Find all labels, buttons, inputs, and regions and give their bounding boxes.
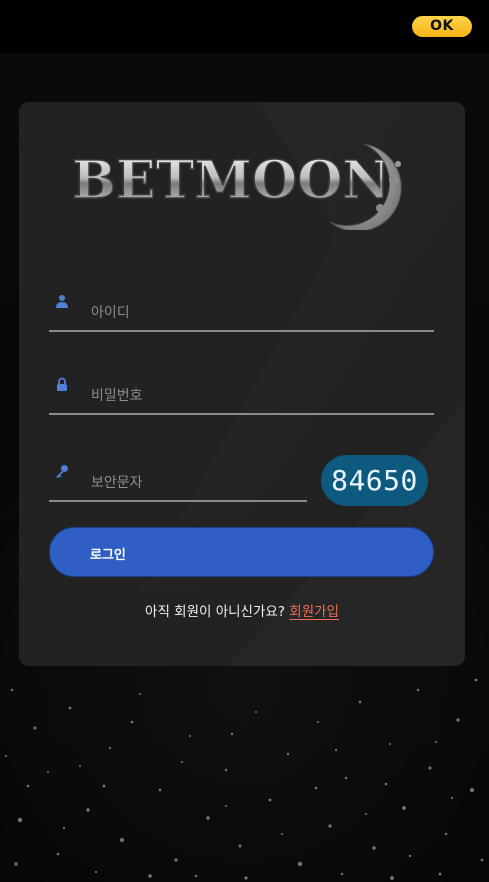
signup-prompt: 아직 회원이 아니신가요? 회원가입 (19, 600, 465, 620)
signup-prompt-text: 아직 회원이 아니신가요? (145, 604, 290, 620)
top-bar: OK (0, 0, 489, 53)
login-button-label: 로그인 (90, 548, 126, 563)
user-icon (56, 295, 68, 308)
captcha-placeholder: 보안문자 (91, 475, 143, 491)
lock-icon (57, 377, 67, 391)
signup-link[interactable]: 회원가입 (289, 604, 339, 620)
svg-text:BETMOON: BETMOON (72, 150, 390, 211)
ok-button[interactable]: OK (412, 16, 472, 37)
username-placeholder: 아이디 (91, 305, 130, 321)
login-page: OK BETMOON 아이디 비밀번호 보안문자 84650 로그인 아직 회원… (0, 0, 489, 882)
betmoon-logo: BETMOON (71, 140, 417, 232)
key-icon (56, 465, 68, 478)
login-card: BETMOON 아이디 비밀번호 보안문자 84650 로그인 아직 회원이 아… (19, 102, 465, 666)
captcha-input[interactable]: 보안문자 (49, 464, 307, 502)
captcha-image[interactable]: 84650 (321, 455, 428, 506)
password-placeholder: 비밀번호 (91, 388, 143, 404)
starfield-background (5, 678, 484, 880)
username-field[interactable]: 아이디 (49, 294, 434, 332)
login-button[interactable]: 로그인 (49, 527, 434, 577)
password-field[interactable]: 비밀번호 (49, 377, 434, 415)
